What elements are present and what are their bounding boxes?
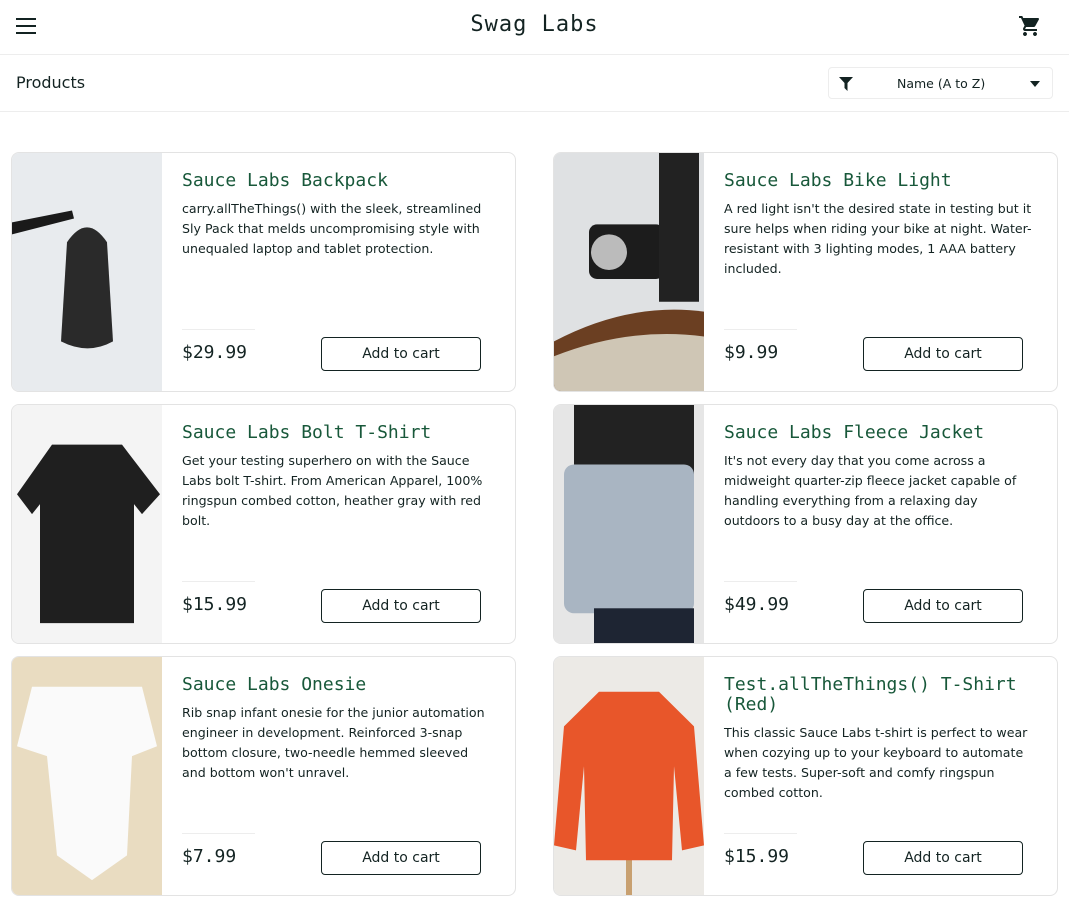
- shopping-cart-icon[interactable]: [1017, 14, 1043, 38]
- product-price: $15.99: [724, 846, 790, 867]
- app-title: Swag Labs: [470, 12, 599, 37]
- product-price: $7.99: [182, 846, 237, 867]
- add-to-cart-button[interactable]: Add to cart: [321, 589, 481, 623]
- product-name[interactable]: Sauce Labs Fleece Jacket: [724, 423, 1034, 443]
- product-name[interactable]: Sauce Labs Bolt T-Shirt: [182, 423, 492, 443]
- product-image[interactable]: [554, 405, 704, 643]
- add-to-cart-button[interactable]: Add to cart: [321, 841, 481, 875]
- product-card: Sauce Labs Onesie Rib snap infant onesie…: [11, 656, 516, 896]
- product-image[interactable]: [554, 657, 704, 895]
- product-description: carry.allTheThings() with the sleek, str…: [182, 201, 482, 256]
- product-name[interactable]: Sauce Labs Backpack: [182, 171, 492, 191]
- product-description: Rib snap infant onesie for the junior au…: [182, 705, 485, 780]
- product-image[interactable]: [554, 153, 704, 391]
- add-to-cart-button[interactable]: Add to cart: [863, 337, 1023, 371]
- product-card: Sauce Labs Bike Light A red light isn't …: [553, 152, 1058, 392]
- product-image[interactable]: [12, 405, 162, 643]
- product-description: This classic Sauce Labs t-shirt is perfe…: [724, 725, 1028, 800]
- product-price: $15.99: [182, 594, 248, 615]
- product-card: Test.allTheThings() T-Shirt (Red) This c…: [553, 656, 1058, 896]
- sort-dropdown[interactable]: Name (A to Z): [828, 67, 1053, 99]
- divider: [182, 833, 255, 834]
- product-description: A red light isn't the desired state in t…: [724, 201, 1032, 276]
- product-description: It's not every day that you come across …: [724, 453, 1017, 528]
- divider: [724, 581, 797, 582]
- add-to-cart-button[interactable]: Add to cart: [863, 589, 1023, 623]
- product-image[interactable]: [12, 153, 162, 391]
- page-title: Products: [16, 73, 86, 92]
- subheader: Products Name (A to Z): [0, 55, 1069, 112]
- product-price: $29.99: [182, 342, 248, 363]
- product-image[interactable]: [12, 657, 162, 895]
- divider: [724, 833, 797, 834]
- header: Swag Labs: [0, 0, 1069, 55]
- product-name[interactable]: Test.allTheThings() T-Shirt (Red): [724, 675, 1034, 715]
- filter-icon: [839, 77, 853, 91]
- product-name[interactable]: Sauce Labs Bike Light: [724, 171, 1034, 191]
- divider: [182, 581, 255, 582]
- product-price: $49.99: [724, 594, 790, 615]
- caret-down-icon: [1030, 81, 1040, 87]
- add-to-cart-button[interactable]: Add to cart: [321, 337, 481, 371]
- divider: [182, 329, 255, 330]
- add-to-cart-button[interactable]: Add to cart: [863, 841, 1023, 875]
- sort-selected: Name (A to Z): [897, 76, 986, 91]
- product-card: Sauce Labs Fleece Jacket It's not every …: [553, 404, 1058, 644]
- product-card: Sauce Labs Bolt T-Shirt Get your testing…: [11, 404, 516, 644]
- product-description: Get your testing superhero on with the S…: [182, 453, 483, 528]
- product-name[interactable]: Sauce Labs Onesie: [182, 675, 492, 695]
- divider: [724, 329, 797, 330]
- product-card: Sauce Labs Backpack carry.allTheThings()…: [11, 152, 516, 392]
- product-price: $9.99: [724, 342, 779, 363]
